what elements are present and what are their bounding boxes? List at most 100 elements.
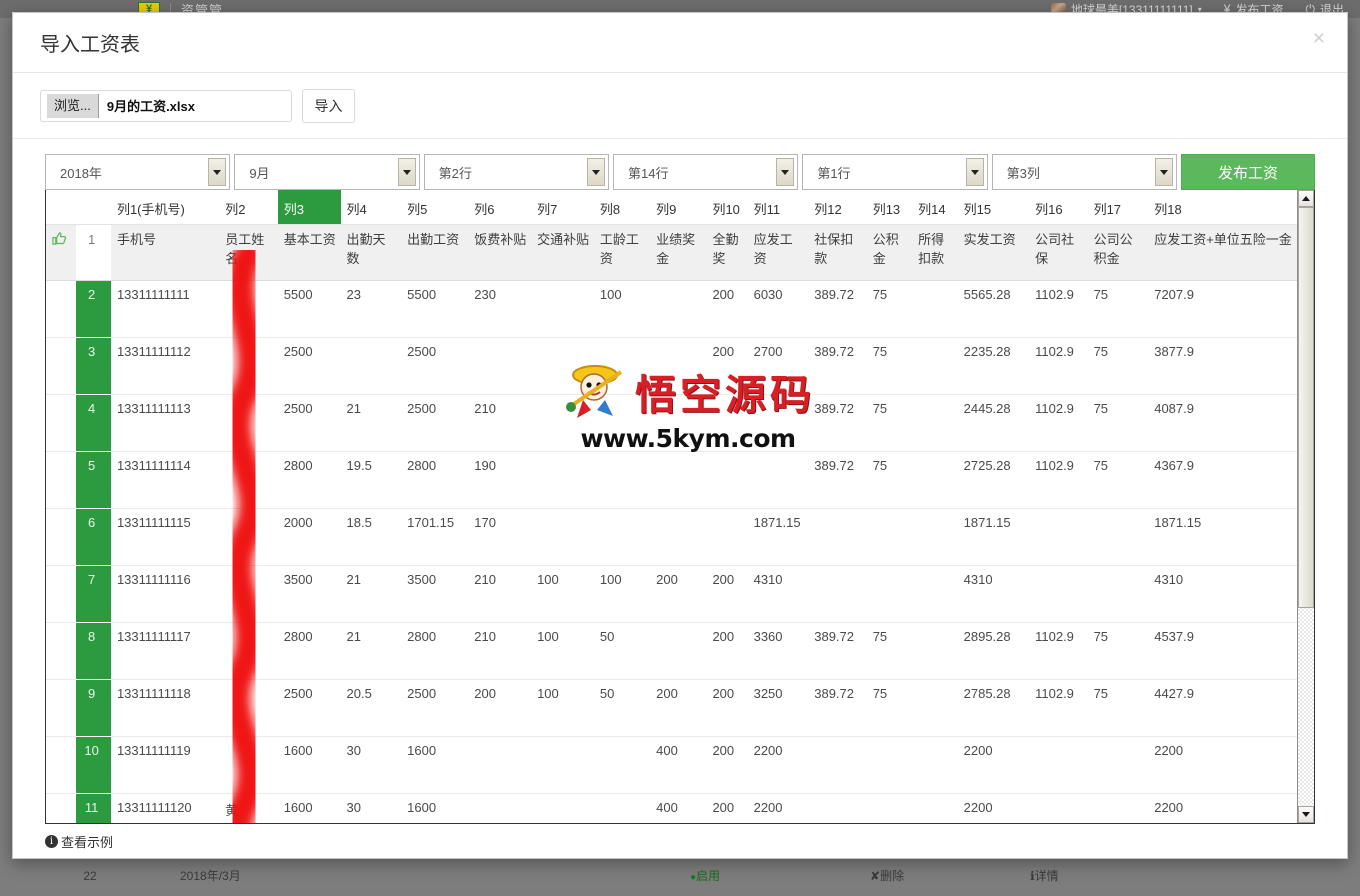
bg-row-detail[interactable]: ℹ详情 (1030, 867, 1190, 884)
chevron-down-icon[interactable] (776, 158, 795, 186)
table-cell-col11 (747, 394, 809, 452)
table-cell-col5: 2800 (401, 622, 469, 680)
publish-salary-button[interactable]: 发布工资 (1180, 154, 1315, 190)
table-cell-col4: 30 (340, 736, 402, 794)
table-cell-col15: 1871.15 (957, 508, 1030, 566)
table-cell-col4: 21 (340, 565, 402, 623)
column-header-2[interactable]: 列2 (219, 190, 278, 225)
grid-vertical-scrollbar[interactable] (1297, 190, 1314, 823)
chevron-down-icon[interactable] (586, 158, 605, 186)
table-cell-col14 (912, 337, 958, 395)
scroll-up-icon[interactable] (1298, 190, 1314, 207)
table-cell-col13: 75 (866, 394, 913, 452)
thumbs-up-icon[interactable] (46, 224, 77, 281)
browse-button[interactable]: 浏览... (47, 93, 99, 118)
select-title-row[interactable]: 第1行 (802, 154, 988, 190)
import-salary-modal: 导入工资表 × 浏览... 9月的工资.xlsx 导入 2018年 9月 第2行 (12, 12, 1348, 859)
table-cell-col11: 2200 (747, 736, 809, 794)
table-cell-col18: 3877.9 (1148, 337, 1297, 395)
modal-header: 导入工资表 × (13, 13, 1347, 73)
table-cell-col5: 1600 (401, 793, 469, 823)
grid-scroll-area[interactable]: 列1(手机号) 列2 列3 列4 列5 列6 列7 列8 列9 列10 列11 列12 列13 列14 列1… (46, 190, 1297, 823)
column-header-15[interactable]: 列15 (957, 190, 1030, 225)
column-header-6[interactable]: 列6 (468, 190, 532, 225)
field-name-cell-12: 社保扣款 (808, 224, 867, 281)
table-cell-col8 (593, 337, 651, 395)
column-header-1[interactable]: 列1(手机号) (110, 190, 220, 225)
chevron-down-icon[interactable] (397, 158, 416, 186)
row-number: 1 (76, 224, 111, 281)
table-cell-col17: 75 (1087, 280, 1149, 338)
column-header-16[interactable]: 列16 (1029, 190, 1088, 225)
column-header-10[interactable]: 列10 (706, 190, 748, 225)
bg-row-status-label: 启用 (696, 869, 721, 883)
column-header-18[interactable]: 列18 (1148, 190, 1297, 225)
field-name-cell-4: 出勤天数 (340, 224, 402, 281)
scrollbar-thumb[interactable] (1298, 207, 1314, 609)
select-title-row-value: 第1行 (817, 165, 851, 181)
table-cell-col6: 210 (468, 394, 532, 452)
select-month-value: 9月 (249, 165, 270, 181)
table-cell-col16: 1102.9 (1029, 622, 1088, 680)
table-cell-col7 (531, 793, 594, 823)
table-cell-col4: 19.5 (340, 451, 402, 509)
table-cell-col3: 1600 (277, 736, 341, 794)
column-header-13[interactable]: 列13 (866, 190, 913, 225)
table-row: 3 13311111112 2500 2500 200 2700 389.72 75 2235.… (46, 337, 1297, 395)
table-cell-col7: 100 (531, 622, 594, 680)
chevron-down-icon[interactable] (965, 158, 984, 186)
table-cell-col6: 190 (468, 451, 532, 509)
column-header-7[interactable]: 列7 (531, 190, 594, 225)
bg-row-detail-label: 详情 (1034, 869, 1059, 883)
select-start-row[interactable]: 第2行 (423, 154, 609, 190)
row-icon-cell (46, 508, 77, 566)
table-cell-col4 (340, 337, 402, 395)
table-cell-col15: 2200 (957, 793, 1030, 823)
view-example-link[interactable]: i 查看示例 (45, 832, 113, 851)
table-cell-col9: 200 (650, 565, 707, 623)
colhead-num-spacer (76, 190, 111, 225)
page-title: 导入工资表 (40, 34, 140, 56)
table-cell-col2: 黄 (219, 793, 278, 823)
import-preview-grid: 列1(手机号) 列2 列3 列4 列5 列6 列7 列8 列9 列10 列11 列12 列13 列14 列1… (45, 190, 1315, 824)
select-year[interactable]: 2018年 (45, 154, 231, 190)
table-cell-col16 (1029, 508, 1088, 566)
table-cell-col3: 2500 (277, 679, 341, 737)
column-header-3[interactable]: 列3 (277, 190, 341, 225)
column-header-11[interactable]: 列11 (747, 190, 809, 225)
column-header-9[interactable]: 列9 (650, 190, 707, 225)
table-cell-col3: 1600 (277, 793, 341, 823)
table-cell-col14 (912, 565, 958, 623)
file-input[interactable]: 浏览... 9月的工资.xlsx (40, 89, 292, 122)
table-cell-col3: 2500 (277, 337, 341, 395)
chevron-down-icon[interactable] (1154, 158, 1173, 186)
close-icon[interactable]: × (1307, 27, 1331, 50)
column-header-8[interactable]: 列8 (593, 190, 651, 225)
column-header-12[interactable]: 列12 (808, 190, 867, 225)
table-cell-col13 (866, 736, 913, 794)
table-cell-col15: 5565.28 (957, 280, 1030, 338)
table-cell-col7 (531, 508, 594, 566)
table-cell-col1: 13311111120 (110, 793, 220, 823)
table-cell-col8 (593, 451, 651, 509)
select-month[interactable]: 9月 (234, 154, 420, 190)
table-cell-col1: 13311111119 (110, 736, 220, 794)
table-cell-col11: 3250 (747, 679, 809, 737)
select-end-row[interactable]: 第14行 (612, 154, 799, 190)
table-cell-col4: 30 (340, 793, 402, 823)
field-name-cell-9: 业绩奖金 (650, 224, 707, 281)
import-button[interactable]: 导入 (302, 88, 355, 123)
column-header-5[interactable]: 列5 (401, 190, 469, 225)
table-cell-col14 (912, 622, 958, 680)
column-header-17[interactable]: 列17 (1087, 190, 1149, 225)
table-cell-col10: 200 (706, 622, 748, 680)
select-name-column[interactable]: 第3列 (991, 154, 1177, 190)
row-icon-cell (46, 394, 77, 452)
scrollbar-track[interactable] (1298, 207, 1314, 806)
bg-row-period: 2018年/3月 (180, 869, 241, 883)
column-header-14[interactable]: 列14 (912, 190, 958, 225)
chevron-down-icon[interactable] (208, 158, 227, 186)
column-header-4[interactable]: 列4 (340, 190, 402, 225)
scroll-down-icon[interactable] (1298, 806, 1314, 823)
bg-row-delete[interactable]: ✘删除 (870, 867, 1030, 884)
